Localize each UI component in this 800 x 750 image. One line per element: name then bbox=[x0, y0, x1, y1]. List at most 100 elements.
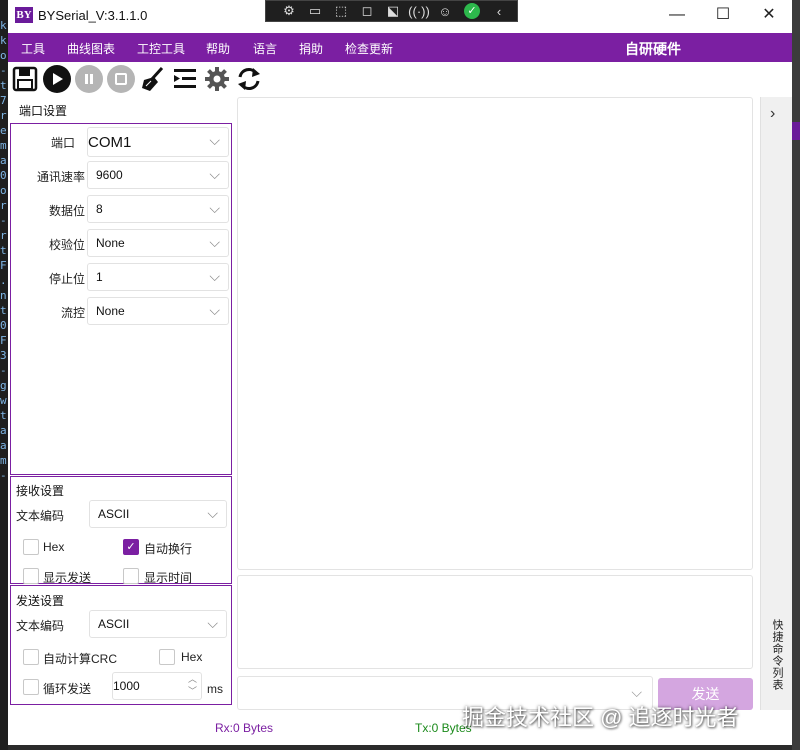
interval-value: 1000 bbox=[113, 679, 140, 693]
rx-counter: Rx:0 Bytes bbox=[215, 721, 274, 735]
select-icon[interactable]: ⬕ bbox=[380, 3, 406, 19]
minimize-button[interactable]: — bbox=[654, 0, 700, 32]
send-encoding-select[interactable]: ASCII ⌵ bbox=[89, 610, 227, 638]
send-text-area[interactable] bbox=[237, 575, 753, 669]
chevron-down-icon: ⌵ bbox=[209, 132, 220, 148]
chevron-down-icon: ⌵ bbox=[209, 302, 220, 318]
brand-label[interactable]: 自研硬件 bbox=[625, 39, 681, 59]
hex-checkbox[interactable] bbox=[23, 539, 39, 555]
baud-rate-label: 通讯速率 bbox=[36, 170, 85, 184]
chevron-down-icon: ⌵ bbox=[207, 505, 218, 521]
menu-charts[interactable]: 曲线图表 bbox=[67, 40, 115, 57]
window-title: BYSerial_V:3.1.1.0 bbox=[38, 8, 148, 23]
play-icon[interactable] bbox=[42, 64, 72, 94]
cursor-icon[interactable]: ⬚ bbox=[328, 3, 354, 19]
auto-crc-checkbox[interactable] bbox=[23, 649, 39, 665]
stop-bits-select[interactable]: 1 ⌵ bbox=[87, 263, 229, 291]
close-button[interactable]: ✕ bbox=[746, 0, 792, 32]
menu-language[interactable]: 语言 bbox=[253, 40, 277, 57]
data-bits-value: 8 bbox=[96, 202, 103, 216]
parity-label: 校验位 bbox=[48, 238, 85, 252]
wifi-icon[interactable]: ((·)) bbox=[406, 4, 432, 19]
port-select[interactable]: COM1 ⌵ bbox=[87, 127, 229, 157]
baud-rate-value: 9600 bbox=[96, 168, 123, 182]
menu-donate[interactable]: 捐助 bbox=[299, 40, 323, 57]
auto-newline-label: 自动换行 bbox=[144, 542, 193, 556]
menu-tools[interactable]: 工具 bbox=[21, 40, 45, 57]
app-logo-icon: BY bbox=[15, 7, 33, 23]
menu-bar: 工具 曲线图表 工控工具 帮助 语言 捐助 检查更新 自研硬件 bbox=[8, 33, 792, 62]
app-window: BY BYSerial_V:3.1.1.0 — ☐ ✕ 工具 曲线图表 工控工具… bbox=[8, 0, 792, 745]
show-time-checkbox[interactable] bbox=[123, 568, 139, 584]
send-hex-label: Hex bbox=[181, 650, 203, 664]
chevron-down-icon: ⌵ bbox=[207, 615, 218, 631]
chevron-down-icon: ⌵ bbox=[209, 268, 220, 284]
frame-icon[interactable]: ◻ bbox=[354, 3, 380, 19]
port-settings-group: 端口 COM1 ⌵ 通讯速率 9600 ⌵ 数据位 8 ⌵ 校验位 None ⌵… bbox=[10, 123, 232, 475]
flow-control-value: None bbox=[96, 304, 125, 318]
save-icon[interactable] bbox=[10, 64, 40, 94]
hex-label: Hex bbox=[43, 540, 65, 554]
receive-text-area[interactable] bbox=[237, 97, 753, 570]
send-settings-title: 发送设置 bbox=[16, 594, 65, 608]
stop-icon[interactable] bbox=[106, 64, 136, 94]
chevron-down-icon: ⌵ bbox=[209, 234, 220, 250]
background-code-editor: kko-t7rema0or-rtF.nt0F3-gwtaam- bbox=[0, 0, 8, 750]
toolbar bbox=[8, 62, 792, 96]
send-settings-group: 发送设置 文本编码 ASCII ⌵ 自动计算CRC Hex 循环发送 1000 … bbox=[10, 585, 232, 705]
show-time-label: 显示时间 bbox=[144, 571, 193, 585]
check-icon[interactable]: ✓ bbox=[464, 3, 480, 19]
chevron-down-icon: ⌵ bbox=[209, 200, 220, 216]
accessibility-icon[interactable]: ☺ bbox=[432, 4, 458, 19]
quick-command-panel: › 快捷命令列表 bbox=[760, 97, 792, 710]
flow-control-label: 流控 bbox=[60, 306, 85, 320]
receive-encoding-select[interactable]: ASCII ⌵ bbox=[89, 500, 227, 528]
quick-command-label[interactable]: 快捷命令列表 bbox=[769, 619, 785, 691]
stepper-icon[interactable]: ︿ ﹀ bbox=[188, 673, 197, 697]
stop-bits-label: 停止位 bbox=[48, 272, 85, 286]
interval-input[interactable]: 1000 ︿ ﹀ bbox=[112, 672, 202, 700]
background-window bbox=[792, 0, 800, 750]
data-bits-select[interactable]: 8 ⌵ bbox=[87, 195, 229, 223]
pause-icon[interactable] bbox=[74, 64, 104, 94]
chevron-right-icon[interactable]: › bbox=[770, 105, 775, 123]
maximize-button[interactable]: ☐ bbox=[700, 0, 746, 32]
send-encoding-label: 文本编码 bbox=[16, 619, 65, 633]
flow-control-select[interactable]: None ⌵ bbox=[87, 297, 229, 325]
show-send-checkbox[interactable] bbox=[23, 568, 39, 584]
loop-send-checkbox[interactable] bbox=[23, 679, 39, 695]
menu-check-update[interactable]: 检查更新 bbox=[345, 40, 393, 57]
port-label: 端口 bbox=[50, 136, 75, 150]
receive-encoding-label: 文本编码 bbox=[16, 509, 65, 523]
send-encoding-value: ASCII bbox=[98, 617, 130, 631]
baud-rate-select[interactable]: 9600 ⌵ bbox=[87, 161, 229, 189]
receive-settings-title: 接收设置 bbox=[16, 484, 65, 498]
auto-crc-label: 自动计算CRC bbox=[43, 652, 117, 666]
send-hex-checkbox[interactable] bbox=[159, 649, 175, 665]
receive-settings-group: 接收设置 文本编码 ASCII ⌵ Hex ✓ 自动换行 显示发送 显示时间 bbox=[10, 476, 232, 585]
parity-value: None bbox=[96, 236, 125, 250]
menu-industrial-tools[interactable]: 工控工具 bbox=[137, 40, 185, 57]
watermark: 掘金技术社区 @ 追逐时光者 bbox=[462, 705, 739, 730]
stop-bits-value: 1 bbox=[96, 270, 103, 284]
clear-icon[interactable] bbox=[138, 64, 168, 94]
receive-encoding-value: ASCII bbox=[98, 507, 130, 521]
interval-unit: ms bbox=[207, 682, 223, 696]
chevron-down-icon: ⌵ bbox=[209, 166, 220, 182]
gear-icon[interactable] bbox=[202, 64, 232, 94]
show-send-label: 显示发送 bbox=[43, 571, 92, 585]
record-icon[interactable]: ▭ bbox=[302, 3, 328, 19]
port-value: COM1 bbox=[88, 134, 132, 151]
capture-toolbar: ⚙ ▭ ⬚ ◻ ⬕ ((·)) ☺ ✓ ‹ bbox=[265, 0, 518, 22]
list-icon[interactable] bbox=[170, 64, 200, 94]
settings-frame-icon[interactable]: ⚙ bbox=[276, 3, 302, 19]
loop-send-label: 循环发送 bbox=[43, 682, 92, 696]
chevron-left-icon[interactable]: ‹ bbox=[486, 4, 512, 19]
data-bits-label: 数据位 bbox=[48, 204, 85, 218]
port-settings-title: 端口设置 bbox=[19, 104, 68, 118]
auto-newline-checkbox[interactable]: ✓ bbox=[123, 539, 139, 555]
parity-select[interactable]: None ⌵ bbox=[87, 229, 229, 257]
refresh-icon[interactable] bbox=[234, 64, 264, 94]
chevron-down-icon: ⌵ bbox=[631, 684, 642, 700]
menu-help[interactable]: 帮助 bbox=[206, 40, 230, 57]
